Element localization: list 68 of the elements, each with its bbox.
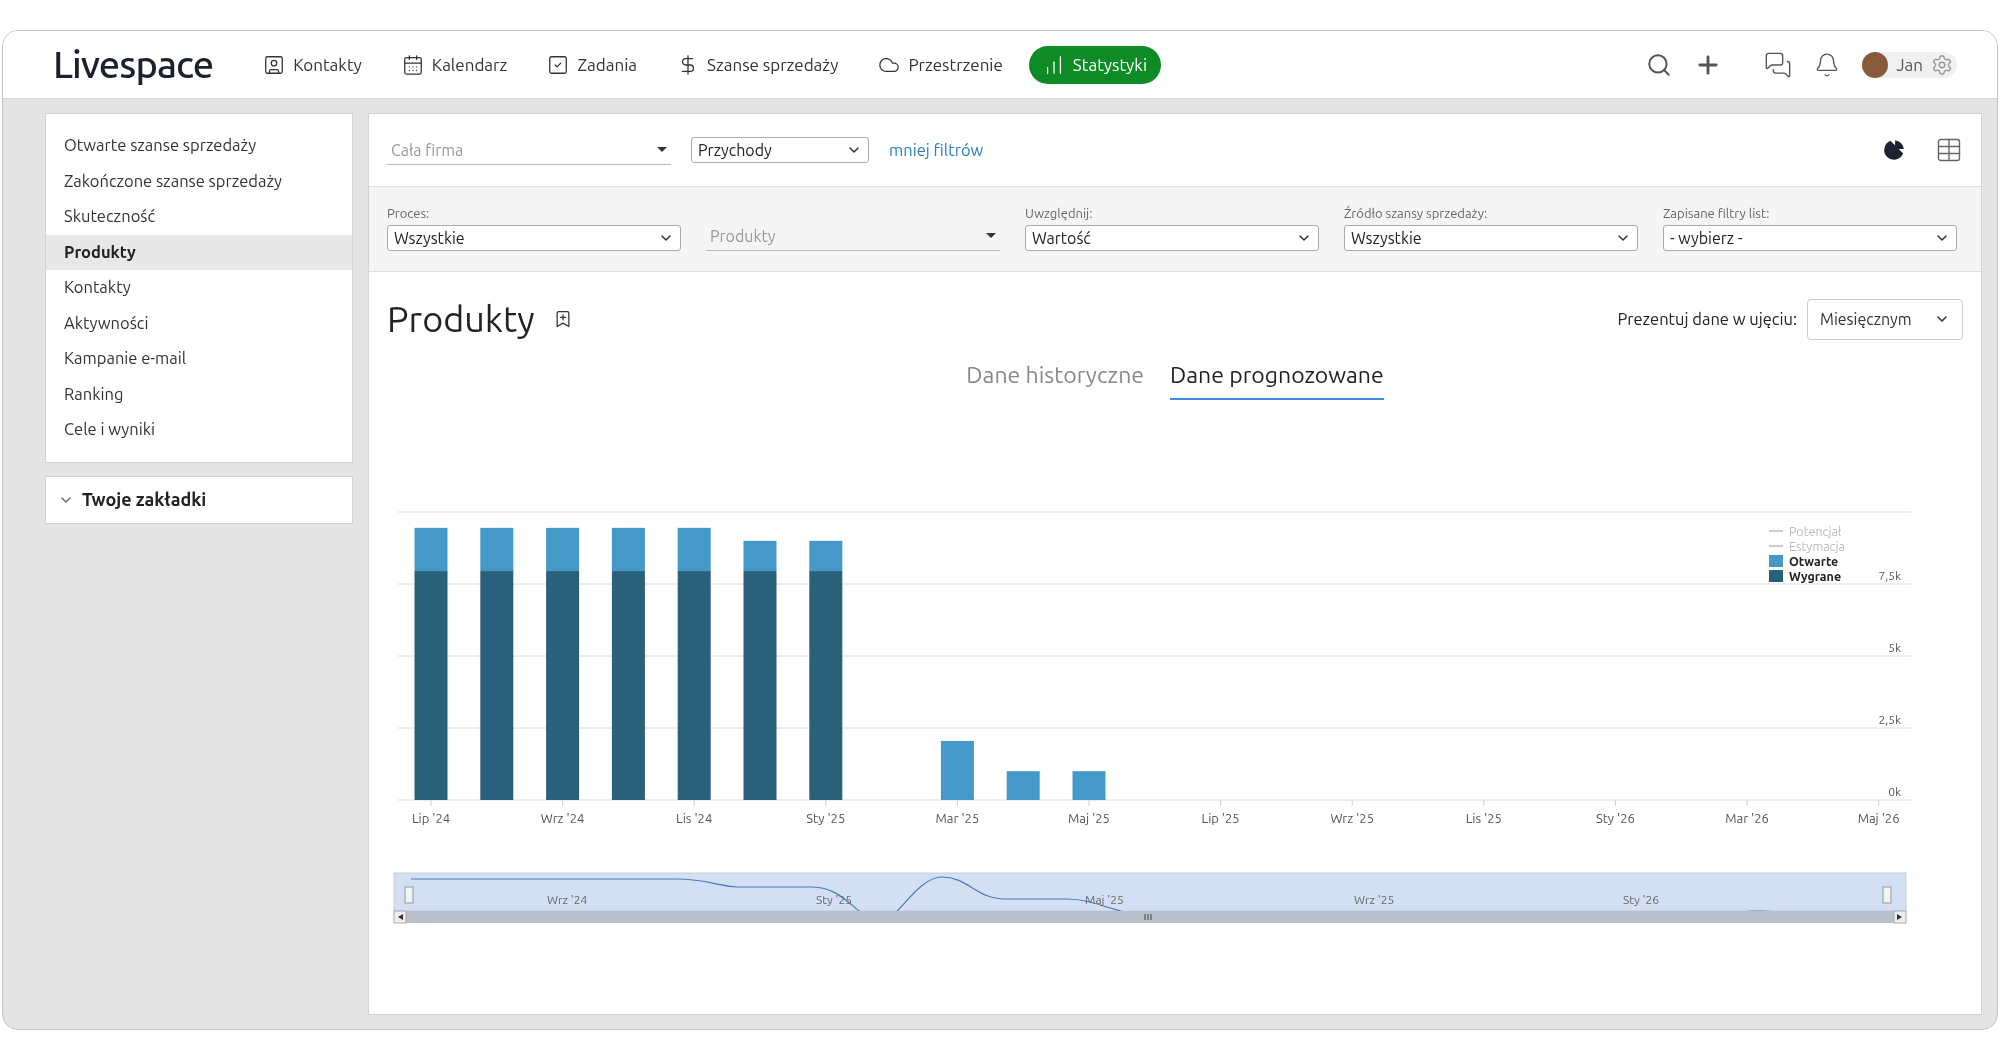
select-field[interactable]: Przychody bbox=[691, 137, 869, 163]
navigator-label: Maj '25 bbox=[1085, 892, 1124, 906]
x-axis-label: Wrz '25 bbox=[1330, 810, 1374, 825]
filter-label: Proces: bbox=[387, 204, 431, 222]
bar bbox=[1006, 770, 1040, 800]
filter-label: Uwzględnij: bbox=[1025, 204, 1094, 222]
x-axis-label: Mar '26 bbox=[1725, 810, 1769, 825]
navigator-label: Sty '26 bbox=[1623, 892, 1659, 906]
x-axis-label: Lip '25 bbox=[1201, 810, 1240, 825]
avatar bbox=[1862, 51, 1889, 78]
less-filters-link[interactable]: mniej filtrów bbox=[889, 137, 984, 163]
table-icon[interactable] bbox=[1935, 136, 1963, 164]
select-field[interactable]: Wartość bbox=[1025, 225, 1319, 251]
sidebar-item[interactable]: Zakończone szanse sprzedaży bbox=[46, 163, 352, 199]
sidebar-item[interactable]: Otwarte szanse sprzedaży bbox=[46, 128, 352, 164]
logo[interactable]: Livespace bbox=[53, 36, 214, 93]
filter-label: Źródło szansy sprzedaży: bbox=[1344, 204, 1489, 222]
view-tab[interactable]: Dane prognozowane bbox=[1170, 358, 1384, 400]
sidebar-item[interactable]: Skuteczność bbox=[46, 199, 352, 235]
sidebar-item[interactable]: Cele i wyniki bbox=[46, 412, 352, 448]
navigator-label: Wrz '25 bbox=[1354, 892, 1395, 906]
user-menu[interactable]: Jan bbox=[1862, 51, 1957, 78]
x-axis-label: Lis '25 bbox=[1465, 810, 1502, 825]
nav-tab[interactable]: Statystyki bbox=[1028, 45, 1162, 84]
bar bbox=[1072, 770, 1106, 800]
bookmarks-header[interactable]: Twoje zakładki bbox=[45, 475, 353, 524]
select-field[interactable]: Wszystkie bbox=[387, 225, 681, 251]
x-axis-label: Sty '26 bbox=[1595, 810, 1635, 825]
navigator-label: Wrz '24 bbox=[547, 892, 588, 906]
legend-label: Otwarte bbox=[1789, 553, 1839, 568]
select-field[interactable]: Wszystkie bbox=[1344, 225, 1638, 251]
x-axis-label: Maj '25 bbox=[1068, 810, 1110, 825]
y-axis-label: 2,5k bbox=[1878, 712, 1901, 726]
view-tab[interactable]: Dane historyczne bbox=[966, 358, 1145, 400]
nav-tab[interactable]: Przestrzenie bbox=[864, 45, 1017, 84]
legend-label: Wygrane bbox=[1789, 568, 1842, 583]
x-axis-label: Sty '25 bbox=[806, 810, 846, 825]
period-label: Prezentuj dane w ujęciu: bbox=[1617, 308, 1797, 330]
chat-icon[interactable] bbox=[1764, 50, 1793, 79]
report-title: Produkty bbox=[387, 297, 535, 341]
sidebar-item[interactable]: Kontakty bbox=[46, 270, 352, 306]
checkbox-icon bbox=[547, 53, 570, 76]
period-select[interactable]: Miesięcznym bbox=[1807, 298, 1963, 340]
x-axis-label: Mar '25 bbox=[935, 810, 980, 825]
select-field[interactable]: - wybierz - bbox=[1663, 225, 1957, 251]
search-icon[interactable] bbox=[1646, 51, 1673, 78]
x-axis-label: Wrz '24 bbox=[540, 810, 585, 825]
x-axis-label: Lip '24 bbox=[411, 810, 451, 825]
calendar-icon bbox=[401, 53, 424, 76]
x-axis-label: Lis '24 bbox=[676, 810, 713, 825]
nav-tab[interactable]: Kontakty bbox=[249, 45, 376, 84]
y-axis-label: 5k bbox=[1888, 640, 1901, 654]
x-axis-label: Maj '26 bbox=[1857, 810, 1900, 825]
legend-item[interactable]: Wygrane bbox=[1769, 568, 1845, 584]
sidebar-item[interactable]: Kampanie e-mail bbox=[46, 341, 352, 377]
legend-item[interactable]: Otwarte bbox=[1769, 553, 1845, 569]
filter-label: Zapisane filtry list: bbox=[1663, 204, 1771, 222]
nav-tab[interactable]: Zadania bbox=[533, 45, 652, 84]
sidebar-item[interactable]: Ranking bbox=[46, 376, 352, 412]
y-axis-label: 0k bbox=[1888, 784, 1901, 798]
y-axis-label: 7,5k bbox=[1878, 568, 1901, 582]
pie-chart-icon[interactable] bbox=[1881, 137, 1907, 163]
bar bbox=[940, 740, 974, 800]
nav-tab[interactable]: Szanse sprzedaży bbox=[663, 45, 853, 84]
sidebar-item[interactable]: Aktywności bbox=[46, 305, 352, 341]
user-icon bbox=[263, 53, 286, 76]
nav-tab[interactable]: Kalendarz bbox=[387, 45, 522, 84]
sidebar-item[interactable]: Produkty bbox=[46, 234, 352, 270]
